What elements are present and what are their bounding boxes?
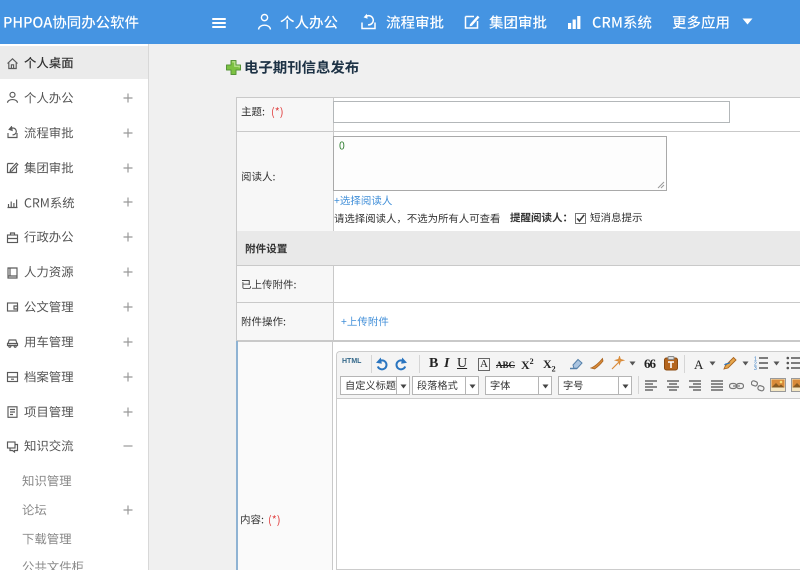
svg-text:3: 3 xyxy=(754,366,757,370)
